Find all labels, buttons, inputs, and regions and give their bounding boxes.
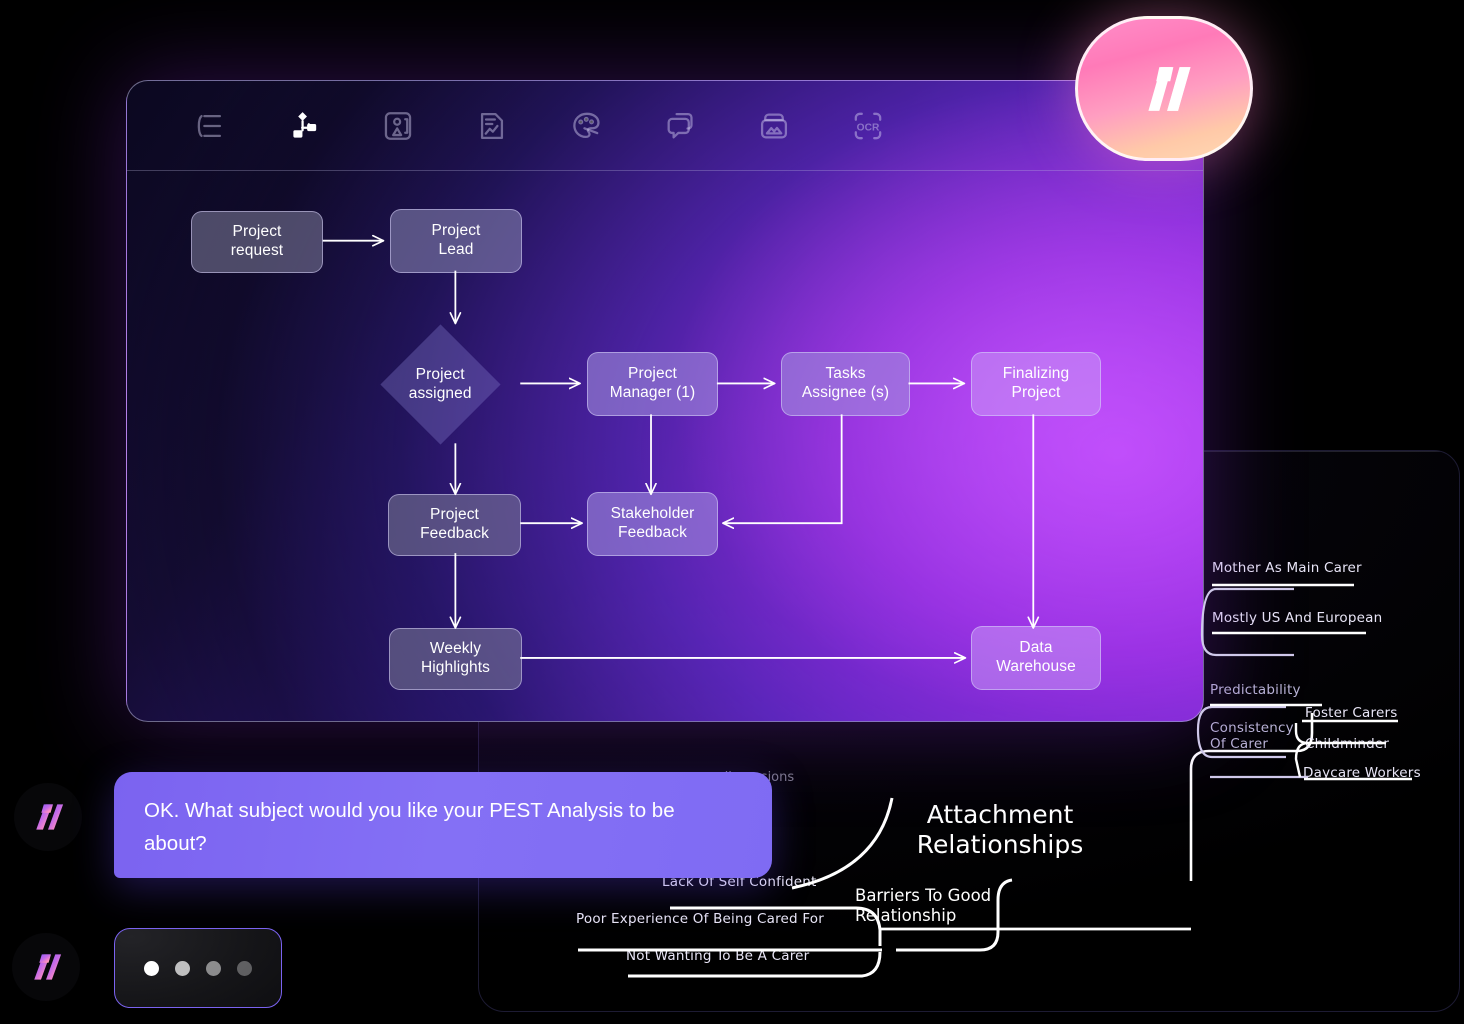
screenshot-root: Mother As Main Carer Mostly US And Europ…	[0, 0, 1464, 1024]
assistant-avatar-top	[14, 783, 82, 851]
chat-icon[interactable]	[633, 100, 727, 152]
editor-toolbar: OCR	[127, 81, 1203, 170]
typing-dot-3	[206, 960, 221, 976]
assistant-avatar-bottom	[12, 933, 80, 1001]
ocr-icon[interactable]: OCR	[821, 100, 915, 152]
mindshow-logo-icon-small-2	[34, 954, 62, 980]
palette-icon[interactable]	[539, 100, 633, 152]
portrait-icon[interactable]	[351, 100, 445, 152]
editor-window: OCR Project request Project Lead Project…	[126, 80, 1204, 722]
outline-icon[interactable]	[163, 100, 257, 152]
flowchart-connectors	[322, 81, 1203, 722]
typing-indicator	[114, 928, 282, 1008]
svg-text:OCR: OCR	[857, 122, 880, 133]
report-icon[interactable]	[445, 100, 539, 152]
flowchart-icon[interactable]	[257, 100, 351, 152]
typing-dot-2	[175, 960, 190, 976]
mindmap-bottom-connectors	[578, 797, 1013, 978]
gallery-icon[interactable]	[727, 100, 821, 152]
mindshow-logo-icon-small-1	[36, 804, 64, 830]
typing-dot-4	[237, 960, 252, 976]
mindmap-right-connectors	[1196, 583, 1412, 781]
toolbar-divider	[127, 170, 1203, 171]
typing-dot-1	[144, 960, 159, 976]
